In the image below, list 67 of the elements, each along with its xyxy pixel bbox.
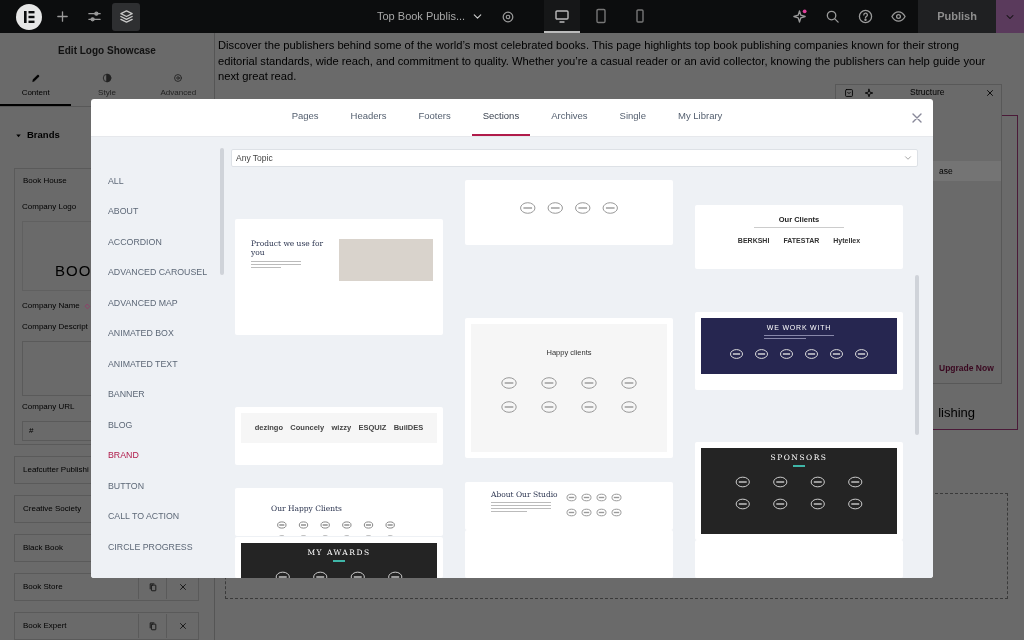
settings-icon [173, 72, 184, 83]
item-title: Black Book [23, 542, 64, 554]
field-label: Company URL [22, 403, 76, 411]
settings-icon [501, 9, 516, 24]
category-item[interactable]: CIRCLE PROGRESS [108, 532, 225, 563]
category-item[interactable]: ABOUT [108, 196, 225, 227]
category-item[interactable]: BANNER [108, 379, 225, 410]
chevron-down-icon [903, 153, 913, 163]
layers-icon [118, 9, 134, 24]
close-icon [177, 621, 188, 631]
text-lines-drawing [491, 502, 551, 514]
panel-tab[interactable]: Content [0, 67, 72, 106]
category-item[interactable]: ACCORDION [108, 227, 225, 258]
search-icon [824, 9, 840, 24]
close-icon [985, 87, 995, 98]
close-icon [177, 582, 188, 592]
contrast-icon [102, 72, 112, 83]
logo-text: BOO [55, 263, 92, 278]
library-tab[interactable]: My Library [667, 99, 734, 136]
field-label: Company Name [22, 302, 80, 310]
select-value: Any Topic [236, 151, 273, 165]
item-title: Book Store [23, 581, 63, 593]
publish-button[interactable]: Publish [918, 0, 996, 33]
collapse-icon [844, 87, 854, 98]
item-title: Book House [23, 175, 67, 187]
text-lines-drawing [251, 261, 301, 270]
document-title[interactable]: Top Book Publis... [377, 8, 466, 25]
sliders-icon [86, 9, 102, 24]
plus-icon [54, 9, 70, 24]
library-tab[interactable]: Footers [407, 99, 462, 136]
app-logo-icon [16, 3, 42, 30]
library-tab[interactable]: Headers [339, 99, 398, 136]
copy-icon [147, 582, 158, 592]
category-item[interactable]: BUTTON [108, 471, 225, 502]
panel-title: Structure [910, 86, 946, 99]
category-item[interactable]: BRAND [108, 440, 225, 471]
category-item[interactable]: ALL [108, 166, 225, 197]
topic-select[interactable]: Any Topic [231, 149, 918, 167]
library-tab[interactable]: Pages [280, 99, 330, 136]
category-item[interactable]: ANIMATED TEXT [108, 349, 225, 380]
category-item[interactable]: CALL TO ACTION [108, 501, 225, 532]
dynamic-tag-icon [83, 302, 91, 310]
text-lines-drawing [764, 335, 834, 341]
category-item[interactable]: ADVANCED CAROUSEL [108, 257, 225, 288]
field-label: Company Descript [22, 323, 89, 331]
section-title[interactable]: Brands [27, 127, 60, 143]
structure-button[interactable] [112, 2, 140, 31]
item-title: Book Expert [23, 620, 67, 632]
panel-title: Edit Logo Showcase [57, 43, 157, 58]
item-title: Creative Society [23, 503, 82, 515]
category-item[interactable]: ANIMATED BOX [108, 318, 225, 349]
eye-icon [890, 9, 906, 24]
category-item[interactable]: ADVANCED MAP [108, 288, 225, 319]
item-title: Leafcutter Publishi [23, 464, 89, 476]
intro-paragraph: Discover the publishers behind some of the world’s most celebrated books. This page highlights top book publishing companies known for their strong editorial standards, wide reach, and commitment to quality. Whether you’re a casual reader or an avid collector, knowing the publishers can help guide your next great read. [218, 38, 987, 84]
library-tab[interactable]: Single [608, 99, 657, 136]
desktop-icon [554, 7, 571, 24]
library-tab[interactable]: Archives [540, 99, 599, 136]
repeater-item[interactable]: Book Expert [14, 612, 199, 640]
heading-text: lishing [938, 404, 975, 422]
device-button[interactable] [544, 0, 581, 33]
sparkle-icon [791, 9, 807, 24]
sparkle-icon [864, 87, 874, 98]
pencil-icon [30, 72, 41, 83]
category-item[interactable]: BLOG [108, 410, 225, 441]
help-icon [857, 9, 873, 24]
copy-icon [147, 621, 158, 631]
